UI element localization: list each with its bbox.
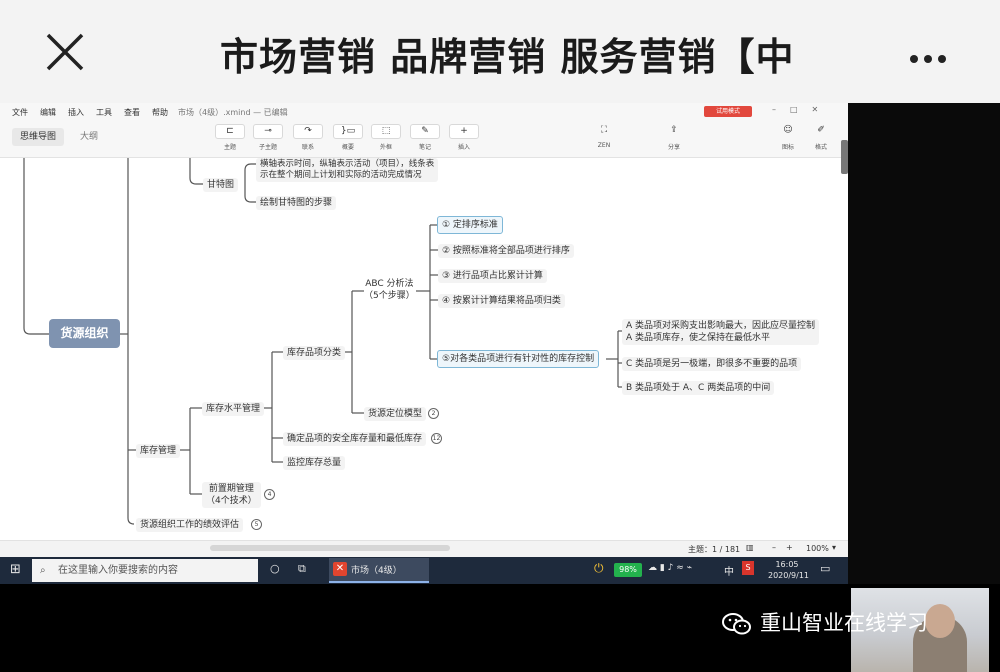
abc-step-5[interactable]: ⑤对各类品项进行有针对性的库存控制	[437, 350, 600, 368]
abc-step-3[interactable]: ③ 进行品项占比累计计算	[438, 269, 547, 283]
relationship-icon: ↷	[293, 124, 323, 139]
gantt-topic[interactable]: 甘特图	[203, 178, 239, 192]
windows-start-icon[interactable]: ⊞	[10, 562, 21, 577]
abc-control-c[interactable]: C 类品项是另一极端，即很多不重要的品项	[622, 357, 802, 371]
article-title: 市场营销 品牌营销 服务营销【中	[220, 35, 795, 79]
task-view-icon[interactable]: ⧉	[298, 562, 306, 576]
topic-counter: 主题：1 / 181	[688, 545, 741, 554]
abc-step-4[interactable]: ④ 按累计计算结果将品项归类	[438, 294, 565, 308]
abc-step-2[interactable]: ② 按照标准将全部品项进行排序	[438, 244, 574, 258]
menu-tools[interactable]: 工具	[96, 107, 112, 118]
taskbar-app-xmind[interactable]: ✕ 市场（4级）	[329, 558, 429, 583]
lead-time-count[interactable]: 4	[264, 489, 275, 500]
search-icon: ⌕	[40, 565, 46, 576]
share-button[interactable]: ⇪ 分享	[656, 124, 692, 151]
zoom-out-button[interactable]: –	[772, 543, 776, 552]
format-panel-button[interactable]: ✐ 格式	[803, 124, 839, 151]
topic-icon: ⊏	[215, 124, 245, 139]
xmind-icon: ✕	[333, 562, 347, 576]
menu-insert[interactable]: 插入	[68, 107, 84, 118]
location-model-count[interactable]: 2	[428, 408, 439, 419]
note-icon: ✎	[410, 124, 440, 139]
boundary-icon: ⬚	[371, 124, 401, 139]
safety-stock-topic[interactable]: 确定品项的安全库存量和最低库存	[283, 432, 427, 446]
zoom-dropdown-icon[interactable]: ▾	[832, 543, 836, 552]
phone-header: 市场营销 品牌营销 服务营销【中	[0, 0, 1000, 103]
abc-control-b[interactable]: B 类品项处于 A、C 两类品项的中间	[622, 381, 775, 395]
tab-outline[interactable]: 大纲	[72, 128, 106, 146]
location-model-topic[interactable]: 货源定位模型	[364, 407, 427, 421]
menu-bar: 文件 编辑 插入 工具 查看 帮助 市场（4级）.xmind — 已编辑 试用模…	[0, 103, 848, 120]
insert-button[interactable]: + 插入	[446, 124, 482, 151]
root-topic[interactable]: 货源组织	[49, 319, 120, 348]
zoom-in-button[interactable]: +	[786, 543, 793, 552]
icon-panel-button[interactable]: ☺ 图标	[770, 124, 806, 151]
menu-view[interactable]: 查看	[124, 107, 140, 118]
topic-button[interactable]: ⊏ 主题	[212, 124, 248, 151]
monitor-screen: 文件 编辑 插入 工具 查看 帮助 市场（4级）.xmind — 已编辑 试用模…	[0, 103, 848, 584]
summary-icon: }▭	[333, 124, 363, 139]
tray-icons[interactable]: ☁ ▮ ♪ ≈ ⌁	[648, 563, 692, 573]
cortana-icon[interactable]: ○	[270, 562, 280, 575]
safety-stock-count[interactable]: 12	[431, 433, 442, 444]
book-icon[interactable]: ▥	[746, 543, 754, 552]
toolbar: 思维导图 大纲 ⊏ 主题 ⊸ 子主题 ↷ 联系 }▭ 概要 ⬚ 外框 ✎ 笔记 + 插入 ⛶ Z…	[0, 120, 848, 158]
abc-step-1[interactable]: ① 定排序标准	[437, 216, 503, 234]
format-icon: ✐	[817, 125, 825, 135]
performance-count[interactable]: 5	[251, 519, 262, 530]
emoji-icon: ☺	[783, 125, 793, 135]
zoom-level[interactable]: 100%	[806, 544, 829, 553]
monitor-total-topic[interactable]: 监控库存总量	[283, 456, 346, 470]
zen-button[interactable]: ⛶ ZEN	[586, 124, 622, 149]
abc-control-a[interactable]: A 类品项对采购支出影响最大，因此应尽量控制 A 类品项库存，使之保持在最低水平	[622, 319, 820, 345]
taskbar-search-input[interactable]: ⌕ 在这里输入你要搜索的内容	[32, 559, 258, 582]
windows-taskbar: ⊞ ⌕ 在这里输入你要搜索的内容 ○ ⧉ ✕ 市场（4级） ⏻ 98% ☁ ▮ …	[0, 557, 848, 584]
note-button[interactable]: ✎ 笔记	[407, 124, 443, 151]
inventory-classification-topic[interactable]: 库存品项分类	[283, 346, 346, 360]
close-icon[interactable]	[44, 31, 86, 73]
subtopic-button[interactable]: ⊸ 子主题	[250, 124, 286, 151]
clock[interactable]: 16:05 2020/9/11	[768, 559, 809, 581]
gantt-description[interactable]: 横轴表示时间，纵轴表示活动（项目），线条表 示在整个期间上计划和实际的活动完成情…	[256, 158, 439, 182]
account-watermark: 重山智业在线学习	[722, 608, 928, 638]
level-management-topic[interactable]: 库存水平管理	[202, 402, 265, 416]
tab-mindmap[interactable]: 思维导图	[12, 128, 65, 146]
performance-topic[interactable]: 货源组织工作的绩效评估	[136, 518, 244, 532]
input-method-icon[interactable]: S	[742, 561, 754, 575]
window-title: 市场（4级）.xmind — 已编辑	[178, 108, 288, 117]
zen-icon: ⛶	[600, 125, 608, 135]
menu-help[interactable]: 帮助	[152, 107, 168, 118]
vertical-scrollbar[interactable]	[841, 140, 848, 174]
subtopic-icon: ⊸	[253, 124, 283, 139]
lead-time-topic[interactable]: 前置期管理 （4个技术）	[202, 482, 261, 508]
gantt-steps-topic[interactable]: 绘制甘特图的步骤	[256, 196, 337, 210]
share-icon: ⇪	[670, 125, 678, 135]
horizontal-scrollbar[interactable]	[210, 545, 450, 551]
side-bezel	[848, 103, 1000, 584]
mindmap-canvas[interactable]: 货源组织 甘特图 横轴表示时间，纵轴表示活动（项目），线条表 示在整个期间上计划…	[0, 158, 840, 553]
power-plug-icon[interactable]: ⏻	[594, 561, 604, 576]
ime-indicator[interactable]: 中	[724, 563, 734, 578]
trial-mode-badge[interactable]: 试用模式	[704, 106, 752, 117]
menu-edit[interactable]: 编辑	[40, 107, 56, 118]
summary-button[interactable]: }▭ 概要	[330, 124, 366, 151]
window-controls[interactable]: –□✕	[772, 105, 832, 114]
battery-indicator[interactable]: 98%	[614, 563, 642, 577]
notification-icon[interactable]: ▭	[820, 562, 830, 575]
insert-icon: +	[449, 124, 479, 139]
mindmap-connectors	[23, 158, 622, 525]
menu-file[interactable]: 文件	[12, 107, 28, 118]
inventory-management-topic[interactable]: 库存管理	[136, 444, 181, 458]
relationship-button[interactable]: ↷ 联系	[290, 124, 326, 151]
more-dots-icon[interactable]	[910, 48, 952, 67]
status-bar: 主题：1 / 181 ▥ – + 100% ▾	[0, 540, 848, 557]
wechat-icon	[722, 613, 752, 635]
boundary-button[interactable]: ⬚ 外框	[368, 124, 404, 151]
abc-analysis-topic[interactable]: ABC 分析法 （5个步骤）	[364, 278, 415, 302]
